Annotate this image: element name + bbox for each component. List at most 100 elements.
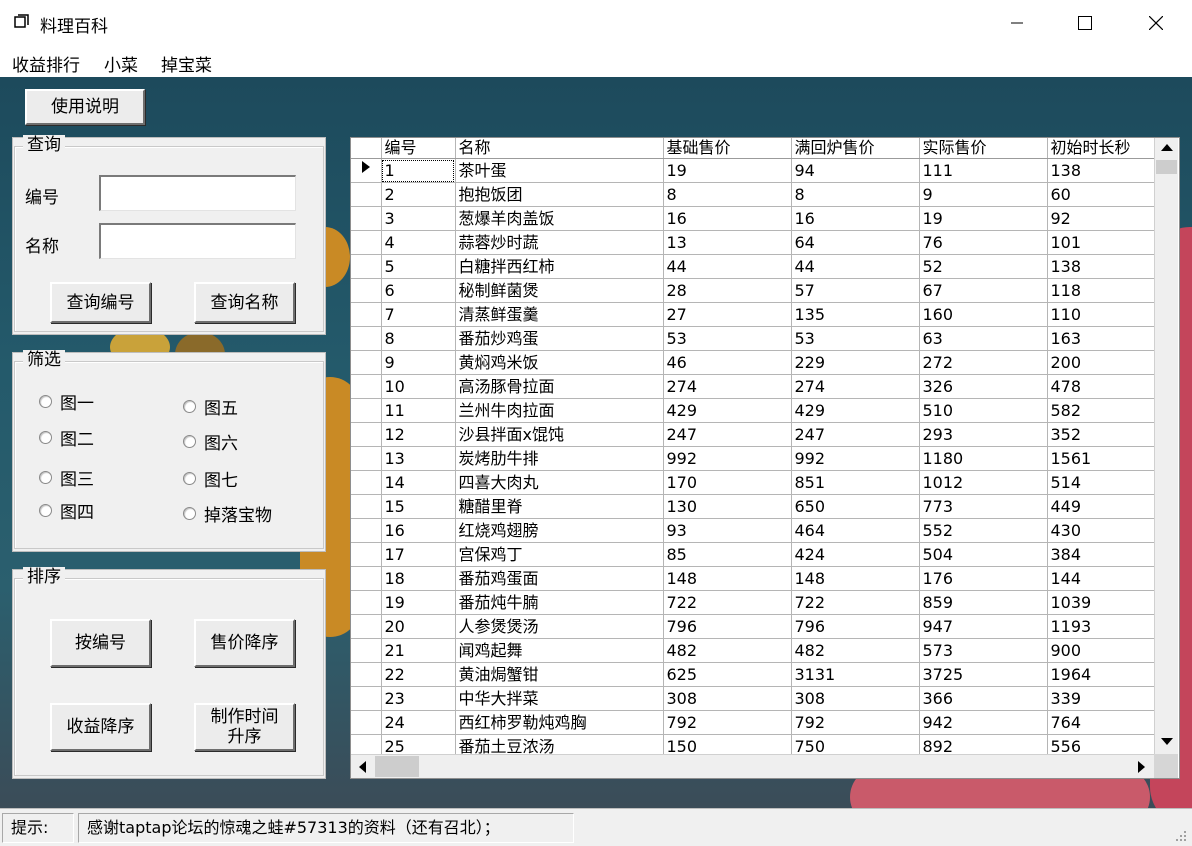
scroll-down-icon[interactable]	[1161, 738, 1173, 746]
filter-map4-radio[interactable]: 图四	[39, 498, 94, 523]
table-cell[interactable]: 64	[791, 230, 920, 255]
table-cell[interactable]: 796	[663, 614, 792, 639]
table-cell[interactable]: 炭烤肋牛排	[455, 446, 664, 471]
table-cell[interactable]: 番茄鸡蛋面	[455, 566, 664, 591]
table-cell[interactable]: 942	[919, 710, 1048, 735]
row-selector[interactable]	[351, 542, 382, 567]
table-cell[interactable]: 11	[381, 398, 456, 423]
table-cell[interactable]: 722	[791, 590, 920, 615]
table-row[interactable]: 3 葱爆羊肉盖饭 16 16 19 92	[351, 206, 1156, 231]
menu-side-dishes[interactable]: 小菜	[104, 51, 138, 76]
row-selector[interactable]	[351, 302, 382, 327]
table-cell[interactable]: 兰州牛肉拉面	[455, 398, 664, 423]
column-header[interactable]: 满回炉售价	[791, 138, 920, 159]
column-header[interactable]: 名称	[455, 138, 664, 159]
table-cell[interactable]: 200	[1047, 350, 1156, 375]
table-cell[interactable]: 339	[1047, 686, 1156, 711]
table-cell[interactable]: 900	[1047, 638, 1156, 663]
table-cell[interactable]: 18	[381, 566, 456, 591]
table-cell[interactable]: 沙县拌面x馄饨	[455, 422, 664, 447]
table-cell[interactable]: 464	[791, 518, 920, 543]
filter-map3-radio[interactable]: 图三	[39, 465, 94, 490]
table-cell[interactable]: 170	[663, 470, 792, 495]
table-cell[interactable]: 四喜大肉丸	[455, 470, 664, 495]
table-cell[interactable]: 552	[919, 518, 1048, 543]
table-cell[interactable]: 429	[791, 398, 920, 423]
scroll-up-icon[interactable]	[1161, 144, 1173, 152]
query-id-button[interactable]: 查询编号	[50, 282, 151, 323]
table-row[interactable]: 7 清蒸鲜蛋羹 27 135 160 110	[351, 302, 1156, 327]
table-cell[interactable]: 60	[1047, 182, 1156, 207]
filter-map5-radio[interactable]: 图五	[183, 394, 238, 419]
menu-drop-dishes[interactable]: 掉宝菜	[161, 51, 212, 76]
table-cell[interactable]: 792	[791, 710, 920, 735]
table-cell[interactable]: 53	[791, 326, 920, 351]
table-cell[interactable]: 红烧鸡翅膀	[455, 518, 664, 543]
table-cell[interactable]: 148	[663, 566, 792, 591]
table-cell[interactable]: 247	[791, 422, 920, 447]
table-cell[interactable]: 闻鸡起舞	[455, 638, 664, 663]
table-cell[interactable]: 15	[381, 494, 456, 519]
table-cell[interactable]: 3131	[791, 662, 920, 687]
table-cell[interactable]: 57	[791, 278, 920, 303]
table-cell[interactable]: 118	[1047, 278, 1156, 303]
table-cell[interactable]: 449	[1047, 494, 1156, 519]
row-selector[interactable]	[351, 422, 382, 447]
table-cell[interactable]: 482	[663, 638, 792, 663]
table-cell[interactable]: 429	[663, 398, 792, 423]
table-cell[interactable]: 20	[381, 614, 456, 639]
resize-grip-icon[interactable]	[1172, 827, 1188, 843]
table-cell[interactable]: 110	[1047, 302, 1156, 327]
table-cell[interactable]: 1561	[1047, 446, 1156, 471]
column-header[interactable]: 编号	[381, 138, 456, 159]
table-cell[interactable]: 8	[791, 182, 920, 207]
table-cell[interactable]: 85	[663, 542, 792, 567]
table-cell[interactable]: 792	[663, 710, 792, 735]
row-selector[interactable]	[351, 494, 382, 519]
table-cell[interactable]: 63	[919, 326, 1048, 351]
table-cell[interactable]: 21	[381, 638, 456, 663]
table-row[interactable]: 5 白糖拌西红柿 44 44 52 138	[351, 254, 1156, 279]
table-cell[interactable]: 糖醋里脊	[455, 494, 664, 519]
table-cell[interactable]: 514	[1047, 470, 1156, 495]
table-cell[interactable]: 3	[381, 206, 456, 231]
table-cell[interactable]: 9	[381, 350, 456, 375]
table-row[interactable]: 24 西红柿罗勒炖鸡胸 792 792 942 764	[351, 710, 1156, 735]
table-row[interactable]: 12 沙县拌面x馄饨 247 247 293 352	[351, 422, 1156, 447]
table-cell[interactable]: 宫保鸡丁	[455, 542, 664, 567]
row-selector[interactable]	[351, 638, 382, 663]
table-cell[interactable]: 16	[791, 206, 920, 231]
table-cell[interactable]: 高汤豚骨拉面	[455, 374, 664, 399]
table-cell[interactable]: 16	[381, 518, 456, 543]
sort-by-id-button[interactable]: 按编号	[50, 619, 151, 667]
table-cell[interactable]: 764	[1047, 710, 1156, 735]
table-cell[interactable]: 130	[663, 494, 792, 519]
table-cell[interactable]: 859	[919, 590, 1048, 615]
table-cell[interactable]: 13	[381, 446, 456, 471]
row-selector[interactable]	[351, 470, 382, 495]
table-cell[interactable]: 秘制鲜菌煲	[455, 278, 664, 303]
row-selector[interactable]	[351, 230, 382, 255]
table-row[interactable]: 9 黄焖鸡米饭 46 229 272 200	[351, 350, 1156, 375]
table-cell[interactable]: 138	[1047, 158, 1156, 183]
table-cell[interactable]: 111	[919, 158, 1048, 183]
row-selector[interactable]	[351, 350, 382, 375]
row-selector[interactable]	[351, 710, 382, 735]
table-cell[interactable]: 92	[1047, 206, 1156, 231]
table-cell[interactable]: 53	[663, 326, 792, 351]
table-cell[interactable]: 144	[1047, 566, 1156, 591]
table-row[interactable]: 11 兰州牛肉拉面 429 429 510 582	[351, 398, 1156, 423]
row-selector[interactable]	[351, 398, 382, 423]
name-input[interactable]	[99, 223, 296, 259]
table-row[interactable]: 18 番茄鸡蛋面 148 148 176 144	[351, 566, 1156, 591]
table-cell[interactable]: 17	[381, 542, 456, 567]
scroll-left-icon[interactable]	[359, 761, 367, 773]
table-cell[interactable]: 1	[381, 158, 456, 183]
table-row[interactable]: 17 宫保鸡丁 85 424 504 384	[351, 542, 1156, 567]
id-input[interactable]	[99, 175, 296, 211]
table-cell[interactable]: 308	[791, 686, 920, 711]
table-cell[interactable]: 1012	[919, 470, 1048, 495]
table-cell[interactable]: 4	[381, 230, 456, 255]
table-cell[interactable]: 272	[919, 350, 1048, 375]
table-cell[interactable]: 229	[791, 350, 920, 375]
